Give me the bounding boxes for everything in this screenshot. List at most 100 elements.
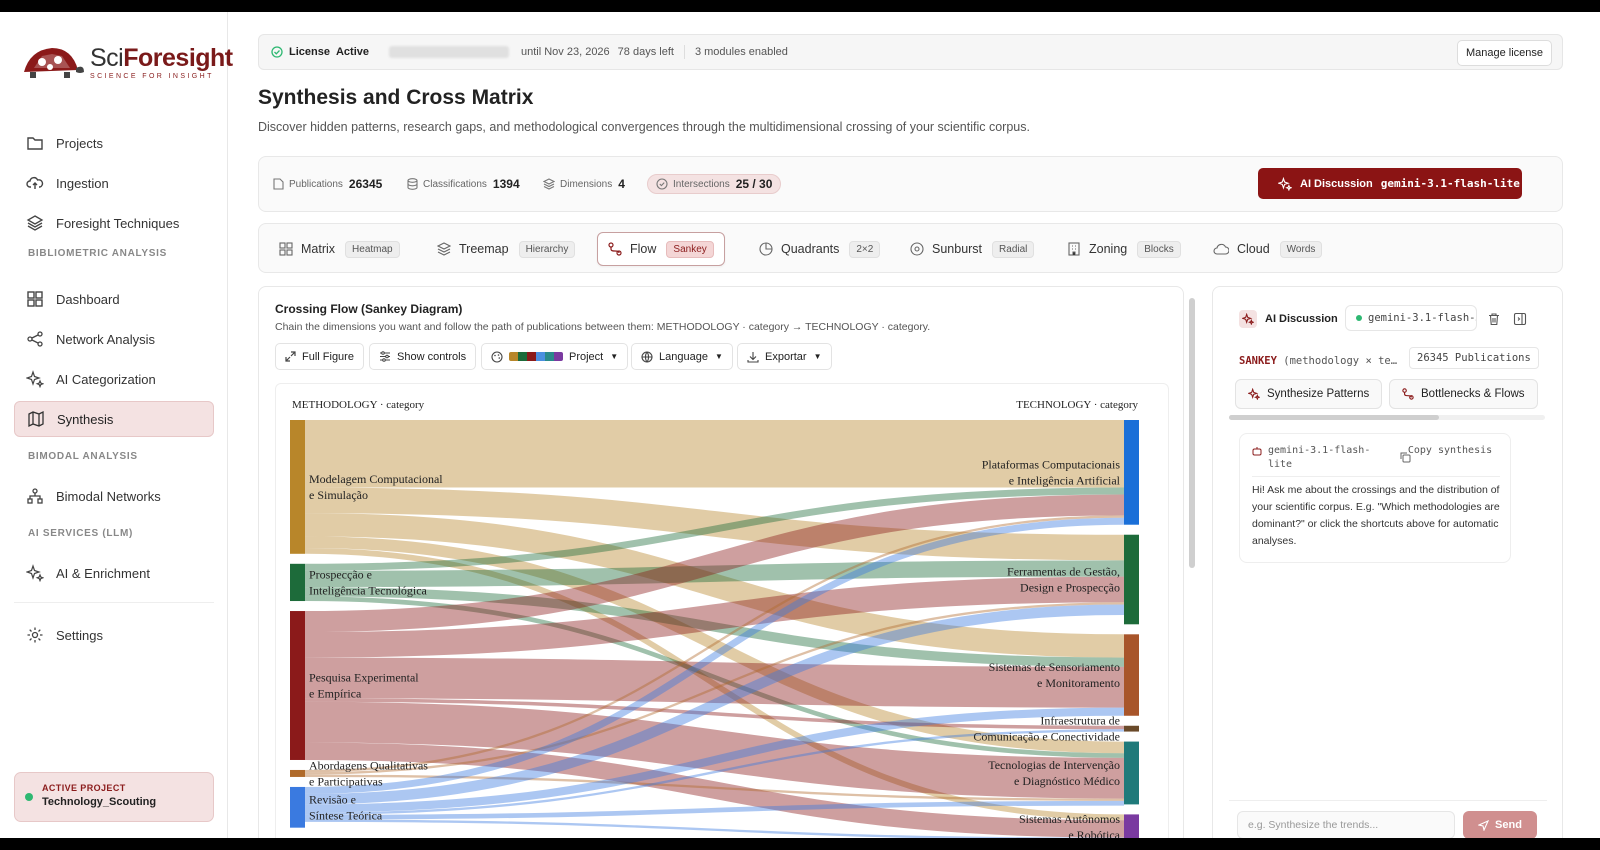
ai-chat-panel: AI Discussion gemini-3.1-flash-… SANKEY … bbox=[1212, 286, 1563, 838]
manage-license-button[interactable]: Manage license bbox=[1456, 40, 1552, 66]
button-label: Exportar bbox=[765, 350, 807, 363]
language-select[interactable]: Language ▼ bbox=[631, 343, 733, 370]
sankey-target-label: Sistemas Autônomos bbox=[1019, 812, 1120, 826]
collapse-panel-icon[interactable] bbox=[1513, 312, 1527, 326]
sankey-source-node[interactable] bbox=[290, 420, 305, 554]
palette-select[interactable]: Project ▼ bbox=[481, 343, 629, 370]
sankey-target-node[interactable] bbox=[1124, 741, 1139, 805]
trash-icon[interactable] bbox=[1487, 312, 1501, 326]
ai-button-model: gemini-3.1-flash-lite bbox=[1380, 177, 1520, 190]
sidebar-item-ai-enrichment[interactable]: AI & Enrichment bbox=[14, 555, 214, 591]
sidebar-item-projects[interactable]: Projects bbox=[14, 125, 214, 161]
send-label: Send bbox=[1495, 819, 1522, 831]
sidebar-item-settings[interactable]: Settings bbox=[14, 617, 214, 653]
ai-discussion-button[interactable]: AI Discussion gemini-3.1-flash-lite bbox=[1258, 168, 1522, 199]
sparkles-icon bbox=[1248, 388, 1260, 400]
chat-header: AI Discussion bbox=[1239, 310, 1338, 328]
sidebar-item-label: AI & Enrichment bbox=[56, 565, 150, 581]
stat-value: 25 / 30 bbox=[735, 177, 773, 191]
turtle-logo-icon bbox=[24, 48, 84, 78]
sidebar-item-label: Synthesis bbox=[57, 411, 114, 427]
tab-label: Cloud bbox=[1237, 242, 1270, 256]
model-name: gemini-3.1-flash-… bbox=[1368, 312, 1477, 324]
route-icon bbox=[1402, 388, 1414, 400]
show-controls-button[interactable]: Show controls bbox=[369, 343, 477, 370]
page-title: Synthesis and Cross Matrix bbox=[258, 86, 534, 109]
logo-wordmark: SciForesight bbox=[90, 45, 233, 71]
sidebar-item-bimodal-networks[interactable]: Bimodal Networks bbox=[14, 478, 214, 514]
message-divider bbox=[1252, 476, 1500, 477]
active-project-name: Technology_Scouting bbox=[42, 796, 157, 808]
synthesize-patterns-chip[interactable]: Synthesize Patterns bbox=[1235, 379, 1383, 409]
sankey-target-node[interactable] bbox=[1124, 814, 1139, 838]
sidebar-item-label: Ingestion bbox=[56, 175, 109, 191]
chat-input[interactable]: e.g. Synthesize the trends... bbox=[1237, 811, 1455, 838]
sankey-source-node[interactable] bbox=[290, 611, 305, 760]
sankey-source-label: e Simulação bbox=[309, 488, 368, 502]
sankey-target-label: e Robótica bbox=[1068, 828, 1120, 838]
section-bimodal-analysis: BIMODAL ANALYSIS bbox=[28, 451, 138, 462]
tab-quadrants[interactable]: Quadrants 2×2 bbox=[749, 232, 890, 266]
bottlenecks-flows-chip[interactable]: Bottlenecks & Flows bbox=[1389, 379, 1538, 409]
tab-sunburst[interactable]: Sunburst Radial bbox=[900, 232, 1044, 266]
tab-cloud[interactable]: Cloud Words bbox=[1203, 232, 1332, 266]
sidebar-item-network-analysis[interactable]: Network Analysis bbox=[14, 321, 214, 357]
context-tag: SANKEY (methodology × te… bbox=[1239, 355, 1397, 367]
sankey-source-label: e Empírica bbox=[309, 687, 362, 701]
stat-intersections: Intersections 25 / 30 bbox=[647, 174, 782, 194]
active-project-card[interactable]: ACTIVE PROJECT Technology_Scouting bbox=[14, 772, 214, 822]
share-nodes-icon bbox=[26, 330, 44, 348]
sidebar-item-foresight-techniques[interactable]: Foresight Techniques bbox=[14, 205, 214, 241]
sankey-target-label: e Inteligência Artificial bbox=[1009, 473, 1121, 487]
sankey-target-node[interactable] bbox=[1124, 420, 1139, 525]
full-figure-button[interactable]: Full Figure bbox=[275, 343, 364, 370]
sidebar-item-dashboard[interactable]: Dashboard bbox=[14, 281, 214, 317]
sparkles-icon bbox=[26, 370, 44, 388]
sankey-target-label: Plataformas Computacionais bbox=[982, 457, 1121, 471]
export-menu-button[interactable]: Exportar ▼ bbox=[737, 343, 832, 370]
sankey-source-label: Síntese Teórica bbox=[309, 808, 383, 822]
chips-scrollbar[interactable] bbox=[1229, 415, 1545, 420]
tab-label: Zoning bbox=[1089, 242, 1128, 256]
right-axis-header: TECHNOLOGY · category bbox=[1016, 399, 1138, 411]
stat-value: 26345 bbox=[348, 177, 383, 191]
sankey-link[interactable] bbox=[304, 657, 1125, 708]
send-button[interactable]: Send bbox=[1463, 811, 1537, 838]
map-icon bbox=[27, 410, 45, 428]
sankey-source-label: Modelagem Computacional bbox=[309, 472, 443, 486]
license-bar: License Active until Nov 23, 2026 78 day… bbox=[258, 34, 1563, 70]
button-label: Language bbox=[659, 350, 708, 363]
assistant-message: gemini-3.1-flash-lite Copy synthesis Hi!… bbox=[1239, 433, 1511, 563]
model-selector[interactable]: gemini-3.1-flash-… bbox=[1345, 305, 1477, 331]
active-project-label: ACTIVE PROJECT bbox=[42, 783, 126, 793]
section-bibliometric-analysis: BIBLIOMETRIC ANALYSIS bbox=[28, 248, 167, 259]
sankey-target-node[interactable] bbox=[1124, 534, 1139, 625]
sparkles-icon bbox=[26, 564, 44, 582]
publications-pill: 26345 Publications bbox=[1409, 347, 1539, 369]
context-tag-detail: (methodology × te… bbox=[1283, 355, 1398, 367]
tab-label: Matrix bbox=[301, 242, 336, 256]
logo[interactable]: SciForesight SCIENCE FOR INSIGHT bbox=[20, 42, 233, 82]
sankey-target-node[interactable] bbox=[1124, 634, 1139, 716]
layers-icon bbox=[26, 214, 44, 232]
sankey-target-label: e Diagnóstico Médico bbox=[1014, 774, 1120, 788]
sidebar-item-synthesis[interactable]: Synthesis bbox=[14, 401, 214, 437]
scrollbar-thumb[interactable] bbox=[1229, 415, 1439, 420]
sidebar-item-ai-categorization[interactable]: AI Categorization bbox=[14, 361, 214, 397]
tab-matrix[interactable]: Matrix Heatmap bbox=[269, 232, 410, 266]
sankey-source-node[interactable] bbox=[290, 563, 305, 602]
license-days-left: 78 days left bbox=[617, 46, 674, 58]
sankey-source-node[interactable] bbox=[290, 769, 305, 777]
vertical-scrollbar[interactable] bbox=[1189, 298, 1195, 568]
tab-flow[interactable]: Flow Sankey bbox=[597, 232, 725, 266]
sankey-target-node[interactable] bbox=[1124, 725, 1139, 732]
tab-zoning[interactable]: Zoning Blocks bbox=[1057, 232, 1191, 266]
copy-synthesis-button[interactable]: Copy synthesis bbox=[1400, 444, 1500, 458]
chip-label: Synthesize Patterns bbox=[1267, 388, 1370, 400]
gear-icon bbox=[26, 626, 44, 644]
building-icon bbox=[1067, 242, 1081, 256]
grid-icon bbox=[26, 290, 44, 308]
tab-treemap[interactable]: Treemap Hierarchy bbox=[427, 232, 585, 266]
sidebar-item-ingestion[interactable]: Ingestion bbox=[14, 165, 214, 201]
sankey-source-node[interactable] bbox=[290, 786, 305, 828]
